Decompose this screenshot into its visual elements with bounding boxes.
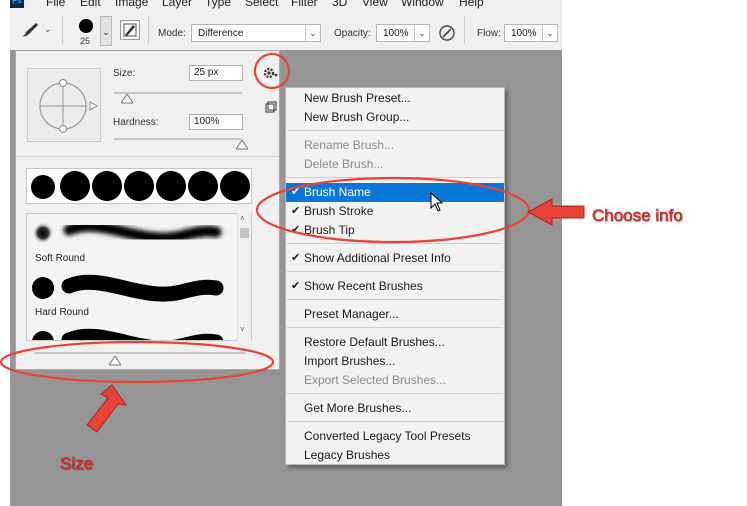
size-highlight-ellipse xyxy=(0,340,275,384)
choose-info-annotation: Choose info xyxy=(592,206,683,226)
choose-info-arrow-icon xyxy=(526,198,585,226)
gear-highlight-circle xyxy=(253,52,291,90)
size-arrow-icon xyxy=(86,384,128,433)
size-annotation: Size xyxy=(60,454,94,474)
annotation-overlay xyxy=(0,52,585,433)
info-highlight-ellipse xyxy=(255,176,531,244)
